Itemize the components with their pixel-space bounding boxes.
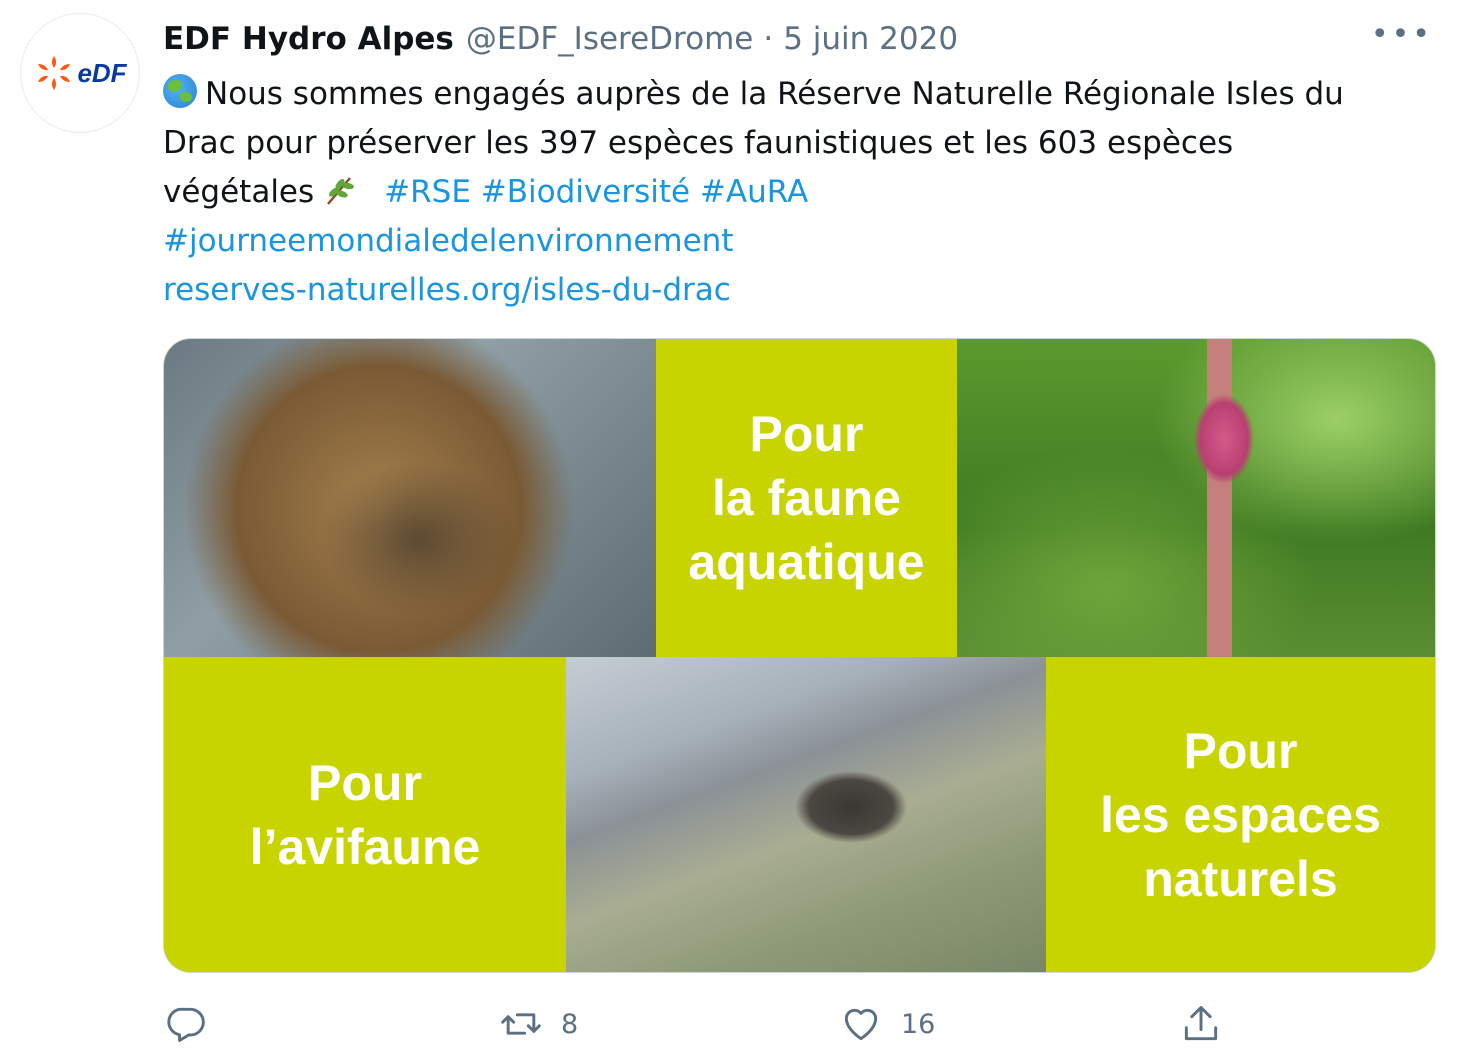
hashtag-journee-environnement[interactable]: #journeemondialedelenvironnement — [163, 223, 734, 259]
tweet-actions: 8 16 — [163, 995, 1263, 1055]
tweet-date[interactable]: 5 juin 2020 — [783, 18, 958, 60]
tweet-text-line-2: Drac pour préserver les 397 espèces faun… — [163, 125, 1234, 161]
tweet-link[interactable]: reserves-naturelles.org/isles-du-drac — [163, 272, 731, 308]
edf-logo-text: eDF — [77, 57, 127, 88]
nutria-photo — [164, 339, 656, 657]
heart-icon — [844, 1008, 878, 1041]
like-count: 16 — [901, 1008, 936, 1040]
share-icon — [1184, 1006, 1218, 1041]
tweet-text-line-1: Nous sommes engagés auprès de la Réserve… — [163, 70, 1443, 119]
author-handle[interactable]: @EDF_IsereDrome — [466, 18, 753, 60]
retweet-icon — [501, 1013, 541, 1035]
reply-button[interactable] — [163, 995, 225, 1053]
edf-logo: eDF — [33, 52, 127, 94]
hashtag-rse[interactable]: #RSE — [384, 174, 471, 210]
tile-espaces-naturels: Pour les espaces naturels — [1046, 657, 1435, 972]
retweet-count: 8 — [561, 1008, 579, 1040]
herb-emoji-icon — [327, 177, 355, 205]
tweet-text: Nous sommes engagés auprès de la Réserve… — [163, 70, 1443, 315]
plant-photo — [957, 339, 1435, 657]
more-icon[interactable]: ••• — [1371, 20, 1433, 50]
tweet-header: EDF Hydro Alpes @EDF_IsereDrome · 5 juin… — [163, 18, 1431, 60]
share-button[interactable] — [1179, 995, 1223, 1053]
like-button[interactable]: 16 — [839, 995, 935, 1053]
tile-faune-aquatique: Pour la faune aquatique — [656, 339, 957, 657]
bird-photo — [566, 657, 1046, 972]
hashtag-aura[interactable]: #AuRA — [700, 174, 808, 210]
tweet-media-image[interactable]: Pour la faune aquatique Pour l’avifaune … — [163, 338, 1436, 973]
tile-avifaune: Pour l’avifaune — [164, 657, 566, 972]
retweet-button[interactable]: 8 — [499, 995, 578, 1053]
reply-icon — [167, 1007, 205, 1042]
globe-emoji-icon — [163, 74, 197, 108]
separator-dot: · — [763, 21, 774, 57]
tweet-text-line-3: végétales #RSE #Biodiversité #AuRA — [163, 168, 1443, 217]
hashtag-biodiversite[interactable]: #Biodiversité — [481, 174, 690, 210]
tweet-text-line-4: #journeemondialedelenvironnement — [163, 217, 1443, 266]
tweet-text-line-5: reserves-naturelles.org/isles-du-drac — [163, 266, 1443, 315]
author-name[interactable]: EDF Hydro Alpes — [163, 18, 454, 60]
avatar[interactable]: eDF — [20, 13, 140, 133]
edf-sun-icon — [38, 56, 71, 90]
